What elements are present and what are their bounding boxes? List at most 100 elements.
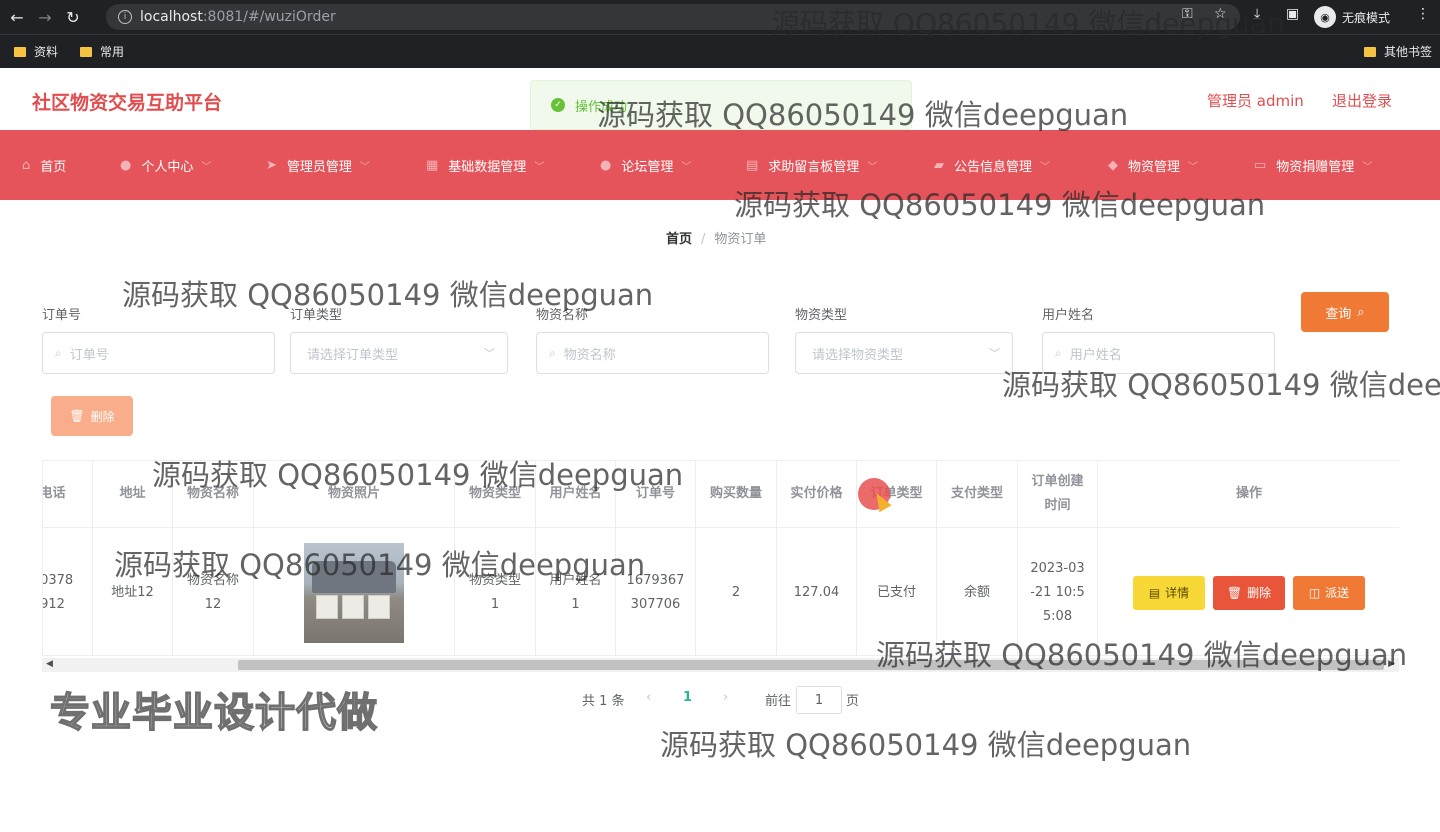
watermark: 源码获取 QQ86050149 微信deepguan (772, 7, 1285, 40)
cell-price: 127.04 (777, 528, 857, 655)
menu-item-admin[interactable]: ➤ 管理员管理 ﹀ (266, 156, 370, 175)
menu-label: 物资管理 (1128, 160, 1181, 175)
menu-label: 论坛管理 (621, 160, 674, 175)
folder-icon (1364, 46, 1376, 57)
placeholder: 请选择物资类型 (812, 347, 904, 363)
menu-item-forum[interactable]: ● 论坛管理 ﹀ (600, 156, 691, 175)
menu-label: 基础数据管理 (448, 160, 527, 175)
query-label: 查询 (1325, 306, 1352, 322)
menu-label: 求助留言板管理 (768, 160, 860, 175)
photo-cargo (316, 594, 338, 619)
placeholder: 物资名称 (563, 347, 616, 363)
col-pay-type: 支付类型 (937, 461, 1018, 528)
chevron-down-icon: ﹀ (534, 162, 545, 173)
order-no-input[interactable]: ⌕ 订单号 (42, 332, 275, 374)
photo-cargo (368, 594, 390, 619)
goods-type-select[interactable]: 请选择物资类型 ﹀ (795, 332, 1013, 374)
chevron-down-icon: ﹀ (201, 162, 212, 173)
grid-icon: ▦ (426, 158, 439, 173)
search-icon: ⌕ (549, 345, 556, 360)
pager-next-icon[interactable]: › (723, 690, 728, 705)
order-no-label: 订单号 (42, 308, 82, 323)
goods-name-input[interactable]: ⌕ 物资名称 (536, 332, 769, 374)
chevron-down-icon: ﹀ (359, 162, 370, 173)
col-created: 订单创建时间 (1018, 461, 1098, 528)
menu-dots-icon[interactable]: ⋮ (1416, 6, 1430, 22)
bookmark-folder[interactable]: 常用 (80, 43, 124, 60)
pager-total: 共 1 条 (582, 694, 625, 709)
check-circle-icon: ✓ (551, 98, 565, 112)
cell-phone: 70378 912 (43, 528, 93, 655)
search-icon: ⌕ (1357, 304, 1365, 320)
sidepanel-icon[interactable]: ▣ (1286, 6, 1299, 22)
document-icon: ▤ (1148, 585, 1161, 600)
book-icon: ◫ (1308, 585, 1321, 600)
briefcase-icon: ▰ (934, 158, 944, 173)
order-type-select[interactable]: 请选择订单类型 ﹀ (290, 332, 508, 374)
pager-goto-input[interactable]: 1 (796, 686, 842, 714)
menu-item-home[interactable]: ⌂ 首页 (22, 156, 66, 175)
photo-cargo (342, 594, 364, 619)
logout-link[interactable]: 退出登录 (1332, 90, 1392, 111)
detail-button[interactable]: ▤ 详情 (1133, 575, 1205, 610)
other-bookmarks-label: 其他书签 (1384, 45, 1433, 59)
url-host: localhost (140, 9, 203, 25)
chevron-down-icon: ﹀ (681, 162, 692, 173)
delete-button[interactable]: 🗑 删除 (1213, 575, 1285, 610)
menu-item-goods[interactable]: ◆ 物资管理 ﹀ (1108, 156, 1198, 175)
chevron-down-icon: ﹀ (484, 347, 495, 360)
site-info-icon[interactable]: i (118, 10, 132, 24)
location-icon: ◆ (1108, 158, 1118, 173)
goods-type-label: 物资类型 (795, 308, 848, 323)
menu-item-profile[interactable]: ● 个人中心 ﹀ (120, 156, 211, 175)
watermark: 源码获取 QQ86050149 微信dee (1002, 368, 1440, 402)
forward-icon[interactable]: → (34, 6, 56, 28)
chevron-down-icon: ﹀ (989, 347, 1000, 360)
picture-icon: ▭ (1254, 158, 1267, 173)
menu-label: 首页 (40, 160, 67, 175)
url-path: :8081/#/wuziOrder (202, 9, 336, 25)
menu-item-donation[interactable]: ▭ 物资捐赠管理 ﹀ (1254, 156, 1372, 175)
menu-item-help-board[interactable]: ▤ 求助留言板管理 ﹀ (746, 156, 877, 175)
menu-label: 物资捐赠管理 (1276, 160, 1355, 175)
bookmark-label: 常用 (100, 45, 125, 59)
watermark: 源码获取 QQ86050149 微信deepguan (597, 98, 1129, 132)
cell-quantity: 2 (696, 528, 777, 655)
other-bookmarks[interactable]: 其他书签 (1364, 43, 1432, 60)
user-icon: ● (600, 158, 612, 173)
col-quantity: 购买数量 (696, 461, 777, 528)
batch-delete-button[interactable]: 🗑 删除 (51, 396, 133, 436)
placeholder: 用户姓名 (1069, 347, 1122, 363)
incognito-indicator[interactable]: ◉ 无痕模式 (1314, 5, 1390, 29)
col-price: 实付价格 (777, 461, 857, 528)
calendar-icon: ▤ (746, 158, 759, 173)
watermark: 源码获取 QQ86050149 微信deepguan (114, 548, 646, 582)
folder-icon (14, 46, 26, 57)
menu-item-notice[interactable]: ▰ 公告信息管理 ﹀ (934, 156, 1050, 175)
menu-item-basic-data[interactable]: ▦ 基础数据管理 ﹀ (426, 156, 544, 175)
col-actions: 操作 (1098, 461, 1399, 528)
reload-icon[interactable]: ↻ (62, 6, 84, 28)
bookmark-folder[interactable]: 资料 (14, 43, 58, 60)
current-user: 管理员 admin (1207, 92, 1304, 110)
trash-icon: 🗑 (1226, 585, 1243, 600)
pager-page-1[interactable]: 1 (683, 690, 692, 705)
trash-icon: 🗑 (69, 409, 85, 423)
scroll-left-icon[interactable]: ◀ (46, 659, 53, 669)
chevron-down-icon: ﹀ (1040, 162, 1051, 173)
placeholder: 请选择订单类型 (307, 347, 399, 363)
pager-goto-label: 前往 (765, 694, 792, 709)
placeholder: 订单号 (69, 347, 109, 363)
bookmark-label: 资料 (34, 45, 59, 59)
menu-label: 公告信息管理 (954, 160, 1033, 175)
breadcrumb-home[interactable]: 首页 (666, 232, 692, 247)
query-button[interactable]: 查询 ⌕ (1301, 292, 1389, 332)
delete-label: 删除 (1247, 585, 1272, 600)
breadcrumb-separator: / (701, 232, 706, 247)
back-icon[interactable]: ← (6, 6, 28, 28)
incognito-label: 无痕模式 (1342, 10, 1391, 25)
chevron-down-icon: ﹀ (867, 162, 878, 173)
incognito-icon: ◉ (1314, 6, 1336, 28)
pager-prev-icon[interactable]: ‹ (646, 690, 651, 705)
dispatch-button[interactable]: ◫ 派送 (1293, 575, 1365, 610)
